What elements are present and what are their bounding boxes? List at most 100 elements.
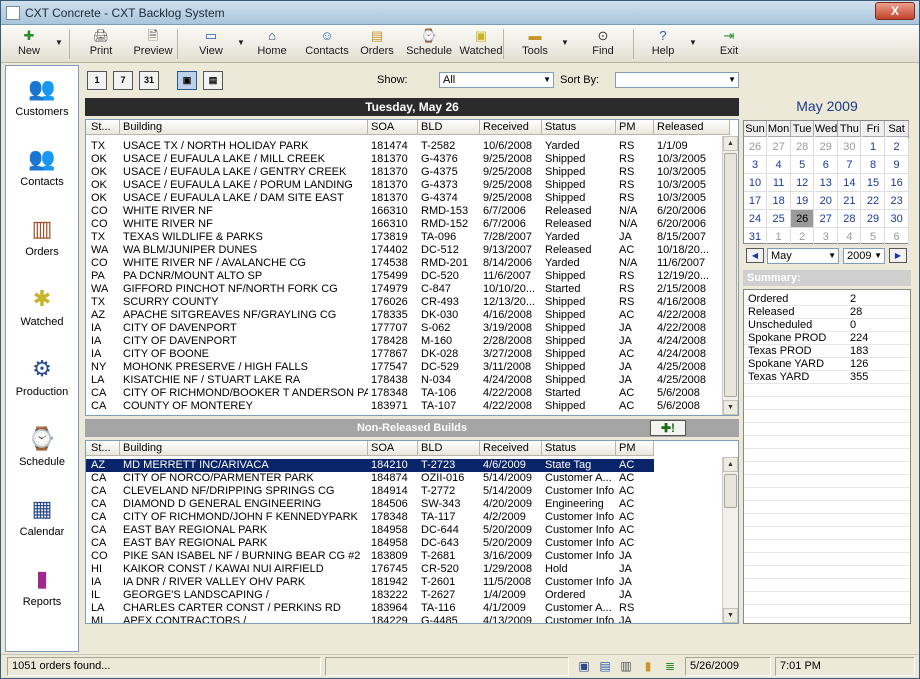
column-header[interactable]: Building (120, 120, 368, 135)
toolbar-preview-button[interactable]: 🗎 Preview (127, 27, 179, 61)
toolbar-new-button[interactable]: ✚ New (7, 27, 51, 61)
calendar-day[interactable]: 6 (885, 228, 909, 246)
table-row[interactable]: IA CITY OF DAVENPORT 177707 S-062 3/19/2008 S… (86, 322, 730, 335)
calendar-day[interactable]: 2 (885, 138, 909, 156)
single-pane-button[interactable]: ▣ (177, 71, 197, 90)
table-row[interactable]: HI KAIKOR CONST / KAWAI NUI AIRFIELD 17674… (86, 563, 654, 576)
next-month-button[interactable]: ▶ (889, 248, 907, 263)
table-row[interactable]: CA EAST BAY REGIONAL PARK 184958 DC-644 5/20… (86, 524, 654, 537)
table-row[interactable]: CA CITY OF RICHMOND/JOHN F KENNEDYPARK 178… (86, 511, 654, 524)
toolbar-help-button[interactable]: ? Help (641, 27, 685, 61)
calendar-day[interactable]: 28 (838, 210, 862, 228)
calendar-day[interactable]: 21 (838, 192, 862, 210)
table-row[interactable]: CA CLEVELAND NF/DRIPPING SPRINGS CG 184914… (86, 485, 654, 498)
calendar-day[interactable]: 5 (862, 228, 885, 246)
toolbar-tools-button[interactable]: ▬ Tools (513, 27, 557, 61)
sidebar-item-customers[interactable]: 👥 Customers (6, 68, 78, 134)
add-build-button[interactable]: ✚! (650, 420, 686, 436)
calendar-day[interactable]: 18 (767, 192, 791, 210)
column-header[interactable]: Status (542, 441, 616, 456)
chevron-down-icon[interactable]: ▼ (55, 38, 63, 47)
vertical-scrollbar[interactable]: ▲ ▼ (722, 136, 738, 415)
calendar-day[interactable]: 24 (744, 210, 767, 228)
table-row[interactable]: CO WHITE RIVER NF 166310 RMD-152 6/7/2006 Rel… (86, 218, 730, 231)
table-row[interactable]: OK USACE / EUFAULA LAKE / GENTRY CREEK 181… (86, 166, 730, 179)
toolbar-schedule-button[interactable]: ⌚ Schedule (403, 27, 455, 61)
calendar-day[interactable]: 17 (744, 192, 767, 210)
table-row[interactable]: CO WHITE RIVER NF 166310 RMD-153 6/7/2006 Rel… (86, 205, 730, 218)
month-view-button[interactable]: 31 (139, 71, 159, 90)
scroll-thumb[interactable] (724, 153, 737, 397)
calendar-day[interactable]: 11 (767, 174, 791, 192)
table-row[interactable]: CA COUNTY OF MONTEREY 183971 TA-107 4/22/200… (86, 400, 730, 413)
calendar-day[interactable]: 28 (791, 138, 815, 156)
calendar-day[interactable]: 31 (744, 228, 767, 246)
table-row[interactable]: AZ MD MERRETT INC/ARIVACA 184210 T-2723 4/6/… (86, 459, 654, 472)
calendar-day[interactable]: 3 (814, 228, 838, 246)
calendar-day[interactable]: 15 (862, 174, 885, 192)
scroll-down-icon[interactable]: ▼ (723, 608, 738, 623)
column-header[interactable]: PM (616, 441, 654, 456)
sidebar-item-watched[interactable]: ✱ Watched (6, 278, 78, 344)
calendar-day[interactable]: 3 (744, 156, 767, 174)
toolbar-exit-button[interactable]: ⇥ Exit (711, 27, 747, 61)
table-row[interactable]: CA DIAMOND D GENERAL ENGINEERING 184506 SW-… (86, 498, 654, 511)
month-select[interactable]: May ▼ (767, 248, 839, 264)
scroll-thumb[interactable] (724, 474, 737, 508)
calendar-day[interactable]: 1 (862, 138, 885, 156)
column-header[interactable]: BLD (418, 441, 480, 456)
sidebar-item-contacts[interactable]: 👥 Contacts (6, 138, 78, 204)
calendar-day[interactable]: 29 (862, 210, 885, 228)
table-row[interactable]: CA CITY OF NORCO/PARMENTER PARK 184874 OZII… (86, 472, 654, 485)
column-header[interactable]: Received (480, 441, 542, 456)
table-row[interactable]: CO PIKE SAN ISABEL NF / BURNING BEAR CG #… (86, 550, 654, 563)
table-row[interactable]: WA GIFFORD PINCHOT NF/NORTH FORK CG 174979… (86, 283, 730, 296)
calendar-day[interactable]: 22 (862, 192, 885, 210)
calendar-day[interactable]: 13 (814, 174, 838, 192)
scroll-down-icon[interactable]: ▼ (723, 400, 738, 415)
calendar-day[interactable]: 4 (838, 228, 862, 246)
calendar-day[interactable]: 30 (838, 138, 862, 156)
calendar-day[interactable]: 16 (885, 174, 909, 192)
sidebar-item-reports[interactable]: ▮ Reports (6, 558, 78, 624)
toolbar-print-button[interactable]: 🖨 Print (81, 27, 121, 61)
table-row[interactable]: OK USACE / EUFAULA LAKE / PORUM LANDING 18… (86, 179, 730, 192)
chevron-down-icon[interactable]: ▼ (561, 38, 569, 47)
sort-by-select[interactable]: ▼ (615, 72, 739, 88)
table-row[interactable]: CA CITY OF RICHMOND/BOOKER T ANDERSON PA.… (86, 387, 730, 400)
sidebar-item-orders[interactable]: ▥ Orders (6, 208, 78, 274)
column-header[interactable]: SOA (368, 441, 418, 456)
calendar-day[interactable]: 6 (814, 156, 838, 174)
year-select[interactable]: 2009 ▼ (843, 248, 885, 264)
table-row[interactable]: IA IA DNR / RIVER VALLEY OHV PARK 181942 T-… (86, 576, 654, 589)
table-row[interactable]: WA WA BLM/JUNIPER DUNES 174402 DC-512 9/13/2… (86, 244, 730, 257)
toolbar-orders-button[interactable]: ▤ Orders (357, 27, 397, 61)
week-view-button[interactable]: 7 (113, 71, 133, 90)
scroll-up-icon[interactable]: ▲ (723, 136, 738, 151)
calendar-day[interactable]: 26 (744, 138, 767, 156)
calendar-day[interactable]: 12 (791, 174, 815, 192)
table-row[interactable]: MI APEX CONTRACTORS / 184229 G-4485 4/13/200… (86, 615, 654, 623)
table-row[interactable]: IA CITY OF DAVENPORT 178428 M-160 2/28/2008 S… (86, 335, 730, 348)
close-button[interactable]: X (875, 2, 915, 20)
calendar-day[interactable]: 9 (885, 156, 909, 174)
table-row[interactable]: CO WHITE RIVER NF / AVALANCHE CG 174538 RMD… (86, 257, 730, 270)
calendar-day[interactable]: 23 (885, 192, 909, 210)
show-select[interactable]: All ▼ (439, 72, 554, 88)
column-header[interactable]: Released (654, 120, 730, 135)
toolbar-view-button[interactable]: ▭ View (189, 27, 233, 61)
calendar-day[interactable]: 10 (744, 174, 767, 192)
calendar-day[interactable]: 26 (791, 210, 815, 228)
sidebar-item-schedule[interactable]: ⌚ Schedule (6, 418, 78, 484)
split-pane-button[interactable]: ▤ (203, 71, 223, 90)
calendar-day[interactable]: 4 (767, 156, 791, 174)
calendar-day[interactable]: 20 (814, 192, 838, 210)
column-header[interactable]: Status (542, 120, 616, 135)
table-row[interactable]: TX TEXAS WILDLIFE & PARKS 173819 TA-096 7/28… (86, 231, 730, 244)
chevron-down-icon[interactable]: ▼ (237, 38, 245, 47)
toolbar-find-button[interactable]: ⊙ Find (581, 27, 625, 61)
toolbar-home-button[interactable]: ⌂ Home (251, 27, 293, 61)
table-row[interactable]: LA CHARLES CARTER CONST / PERKINS RD 18396… (86, 602, 654, 615)
column-header[interactable]: SOA (368, 120, 418, 135)
column-header[interactable]: St... (88, 441, 120, 456)
